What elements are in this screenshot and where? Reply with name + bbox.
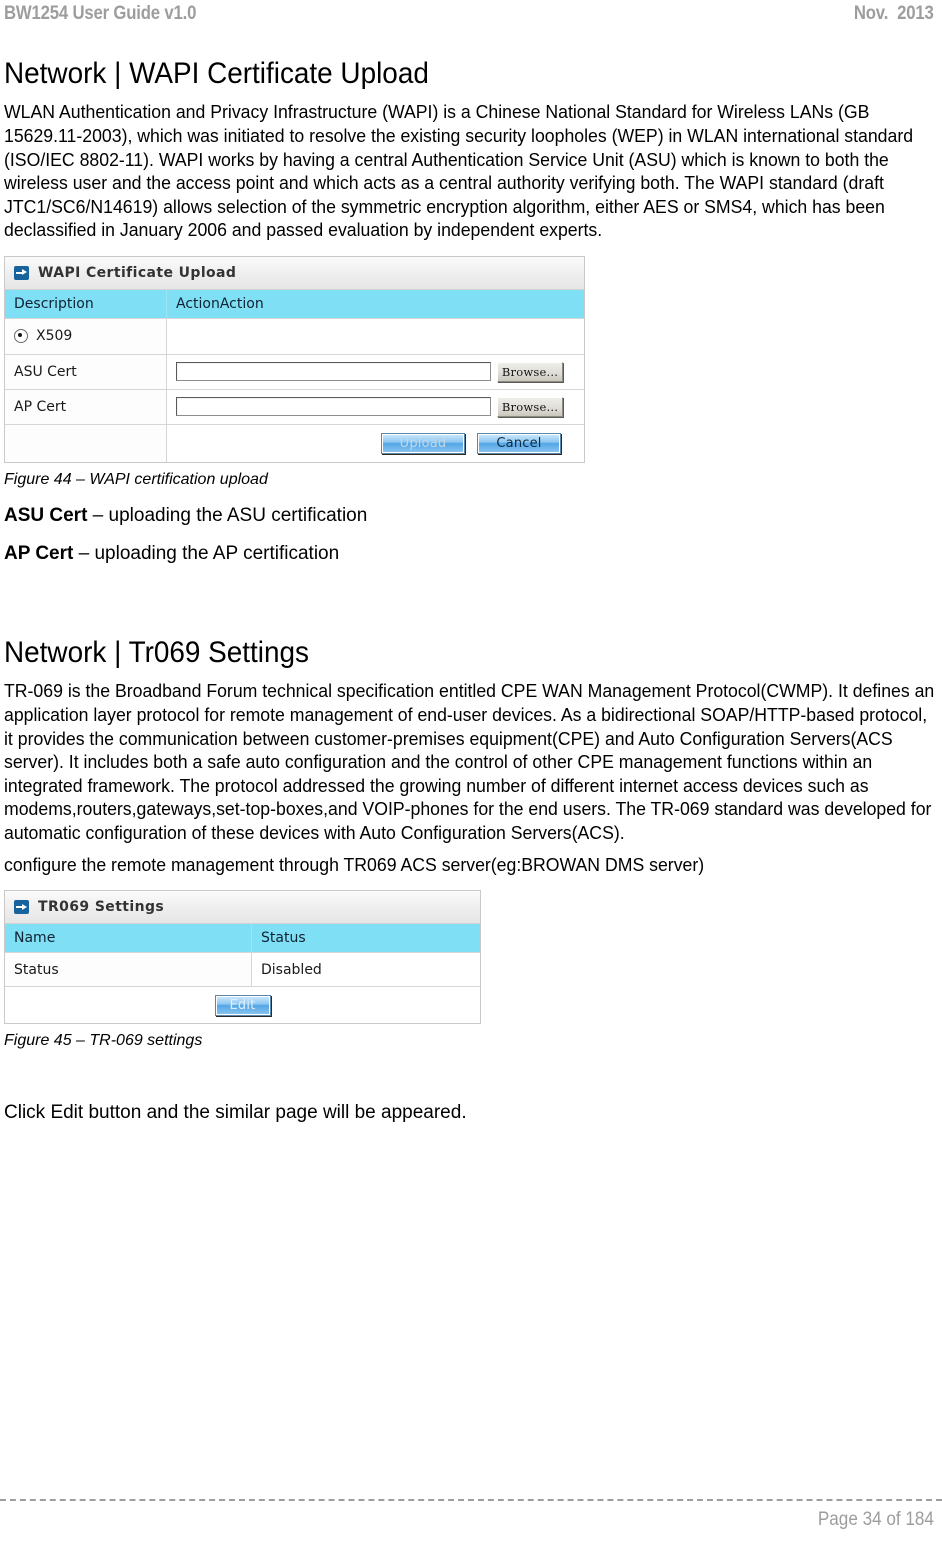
page-content: Network | WAPI Certificate Upload WLAN A… (4, 57, 938, 1124)
arrow-right-icon (14, 900, 29, 915)
wapi-row-actions: Upload Cancel (5, 424, 584, 462)
ap-cert-action-cell: Browse... (167, 390, 584, 424)
tr069-row-name: Status (5, 953, 252, 987)
asu-cert-label: ASU Cert (5, 354, 167, 389)
table-row: Status Disabled (5, 953, 480, 988)
upload-button[interactable]: Upload (381, 432, 465, 454)
tr069-intro-paragraph: TR-069 is the Broadband Forum technical … (4, 680, 935, 843)
wapi-x509-action-cell (167, 319, 584, 354)
ap-cert-term: AP Cert (4, 542, 74, 564)
closing-spacer (4, 1050, 938, 1102)
wapi-panel-titlebar: WAPI Certificate Upload (5, 256, 584, 290)
tr069-section-title: Network | Tr069 Settings (4, 635, 309, 669)
tr069-panel-title: TR069 Settings (38, 899, 165, 916)
closing-note: Click Edit button and the similar page w… (4, 1102, 467, 1124)
edit-button[interactable]: Edit (214, 994, 271, 1016)
ap-cert-label: AP Cert (5, 389, 167, 424)
tr069-table-header-row: Name Status (5, 924, 480, 954)
figure-45-caption: Figure 45 – TR-069 settings (4, 1032, 203, 1050)
asu-cert-definition: ASU Cert – uploading the ASU certificati… (4, 505, 938, 527)
asu-cert-input[interactable] (176, 362, 491, 382)
ap-cert-input[interactable] (176, 397, 491, 417)
tr069-panel-titlebar: TR069 Settings (5, 891, 480, 925)
tr069-actions-cell: Edit (5, 987, 480, 1023)
footer-divider (0, 1499, 942, 1501)
tr069-column-header-name: Name (5, 924, 252, 953)
wapi-row-x509: X509 (5, 318, 584, 355)
page-title: Network | WAPI Certificate Upload (4, 57, 429, 90)
tr069-row-actions: Edit (5, 987, 480, 1023)
tr069-settings-panel: TR069 Settings Name Status Status Disabl… (4, 890, 481, 1025)
wapi-actions-spacer (5, 424, 167, 462)
wapi-column-header-action: ActionAction (176, 295, 264, 312)
wapi-x509-radio-cell[interactable]: X509 (5, 318, 167, 354)
asu-cert-filefield: Browse... (176, 361, 575, 382)
asu-cert-action-cell: Browse... (167, 355, 584, 389)
wapi-actions-cell: Upload Cancel (167, 425, 584, 462)
ap-cert-definition: AP Cert – uploading the AP certification (4, 543, 938, 565)
wapi-row-ap-cert: AP Cert Browse... (5, 389, 584, 425)
tr069-configure-paragraph: configure the remote management through … (4, 853, 705, 875)
page-number: Page 34 of 184 (817, 1509, 934, 1530)
wapi-table-header-row: Description ActionAction (5, 289, 584, 319)
cancel-button[interactable]: Cancel (477, 432, 561, 454)
ap-cert-filefield: Browse... (176, 396, 575, 417)
figure-44-caption: Figure 44 – WAPI certification upload (4, 470, 268, 488)
x509-radio-label: X509 (36, 328, 73, 345)
x509-radio-button[interactable] (14, 329, 28, 344)
page-running-header: BW1254 User Guide v1.0 Nov. 2013 (0, 0, 942, 36)
wapi-column-header-description: Description (5, 289, 167, 318)
ap-cert-description: – uploading the AP certification (73, 542, 340, 564)
wapi-panel-title: WAPI Certificate Upload (38, 264, 237, 281)
tr069-row-status: Disabled (261, 961, 322, 978)
asu-cert-term: ASU Cert (4, 504, 88, 526)
arrow-right-icon (14, 265, 29, 280)
document-date: Nov. 2013 (854, 3, 934, 24)
wapi-intro-paragraph: WLAN Authentication and Privacy Infrastr… (4, 101, 914, 241)
wapi-button-row: Upload Cancel (176, 432, 575, 454)
wapi-row-asu-cert: ASU Cert Browse... (5, 354, 584, 390)
asu-cert-description: – uploading the ASU certification (87, 504, 368, 526)
ap-cert-browse-button[interactable]: Browse... (497, 396, 563, 417)
asu-cert-browse-button[interactable]: Browse... (497, 361, 563, 382)
tr069-column-header-status: Status (261, 930, 306, 947)
wapi-certificate-upload-panel: WAPI Certificate Upload Description Acti… (4, 255, 585, 463)
page-running-footer: Page 34 of 184 (0, 1471, 942, 1541)
document-title: BW1254 User Guide v1.0 (4, 3, 197, 24)
